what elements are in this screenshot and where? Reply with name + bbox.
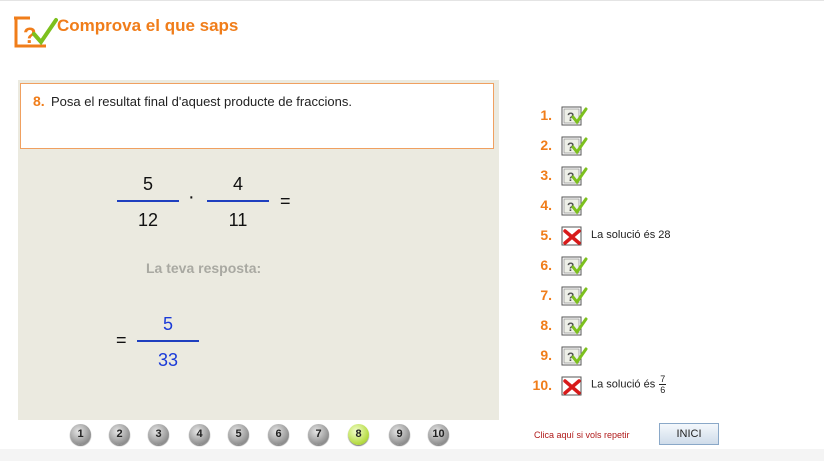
frac1-line [117, 200, 179, 202]
solution-fraction: 76 [659, 374, 667, 395]
equals-sign: = [280, 191, 291, 211]
result-number: 9. [540, 347, 552, 363]
nav-button-1[interactable]: 1 [70, 424, 91, 445]
result-number: 10. [532, 377, 552, 393]
result-number: 4. [540, 197, 552, 213]
result-solution: La solució és 28 [591, 229, 671, 241]
solution-numerator: 7 [659, 374, 667, 385]
repeat-text[interactable]: Clica aquí si vols repetir [534, 430, 630, 440]
check-icon: ? [561, 166, 588, 186]
frac2-numerator: 4 [232, 174, 243, 194]
result-number: 1. [540, 107, 552, 123]
question-number: 8. [33, 93, 45, 109]
answer-denominator[interactable]: 33 [137, 350, 199, 371]
bottom-strip [0, 449, 824, 461]
solution-denominator: 6 [660, 385, 666, 395]
answer-equals-sign: = [116, 330, 127, 350]
start-button[interactable]: INICI [659, 423, 719, 445]
check-icon: ? [561, 136, 588, 156]
frac2-denominator: 11 [228, 210, 248, 230]
result-solution: La solució és 7 6 [591, 374, 667, 395]
question-box: 8. Posa el resultat final d'aquest produ… [20, 83, 494, 149]
answer-label: La teva resposta: [146, 260, 262, 276]
result-number: 8. [540, 317, 552, 333]
result-number: 2. [540, 137, 552, 153]
nav-button-6[interactable]: 6 [268, 424, 289, 445]
nav-button-9[interactable]: 9 [389, 424, 410, 445]
result-number: 7. [540, 287, 552, 303]
nav-button-8[interactable]: 8 [348, 424, 369, 445]
nav-button-5[interactable]: 5 [228, 424, 249, 445]
check-icon: ? [561, 196, 588, 216]
result-number: 5. [540, 227, 552, 243]
answer-line [137, 340, 199, 342]
frac1-numerator: 5 [142, 174, 153, 194]
frac2-line [207, 200, 269, 202]
question-text: Posa el resultat final d'aquest producte… [51, 94, 352, 109]
check-icon: ? [561, 286, 588, 306]
page-title: Comprova el que saps [57, 16, 239, 35]
frac1-denominator: 12 [137, 210, 159, 230]
check-icon: ? [561, 316, 588, 336]
result-solution-text: La solució és [591, 378, 656, 391]
check-icon: ? [561, 106, 588, 126]
result-solution-text: La solució és 28 [591, 229, 671, 241]
cross-icon [561, 376, 582, 396]
answer-numerator[interactable]: 5 [137, 314, 199, 335]
result-number: 3. [540, 167, 552, 183]
nav-button-2[interactable]: 2 [109, 424, 130, 445]
result-number: 6. [540, 257, 552, 273]
check-icon: ? [561, 346, 588, 366]
nav-button-10[interactable]: 10 [428, 424, 449, 445]
nav-button-4[interactable]: 4 [189, 424, 210, 445]
multiply-operator: · [188, 186, 195, 208]
nav-button-7[interactable]: 7 [308, 424, 329, 445]
top-divider [0, 0, 824, 1]
cross-icon [561, 226, 582, 246]
check-icon: ? [561, 256, 588, 276]
question-check-icon: ? [14, 16, 58, 48]
nav-button-3[interactable]: 3 [148, 424, 169, 445]
